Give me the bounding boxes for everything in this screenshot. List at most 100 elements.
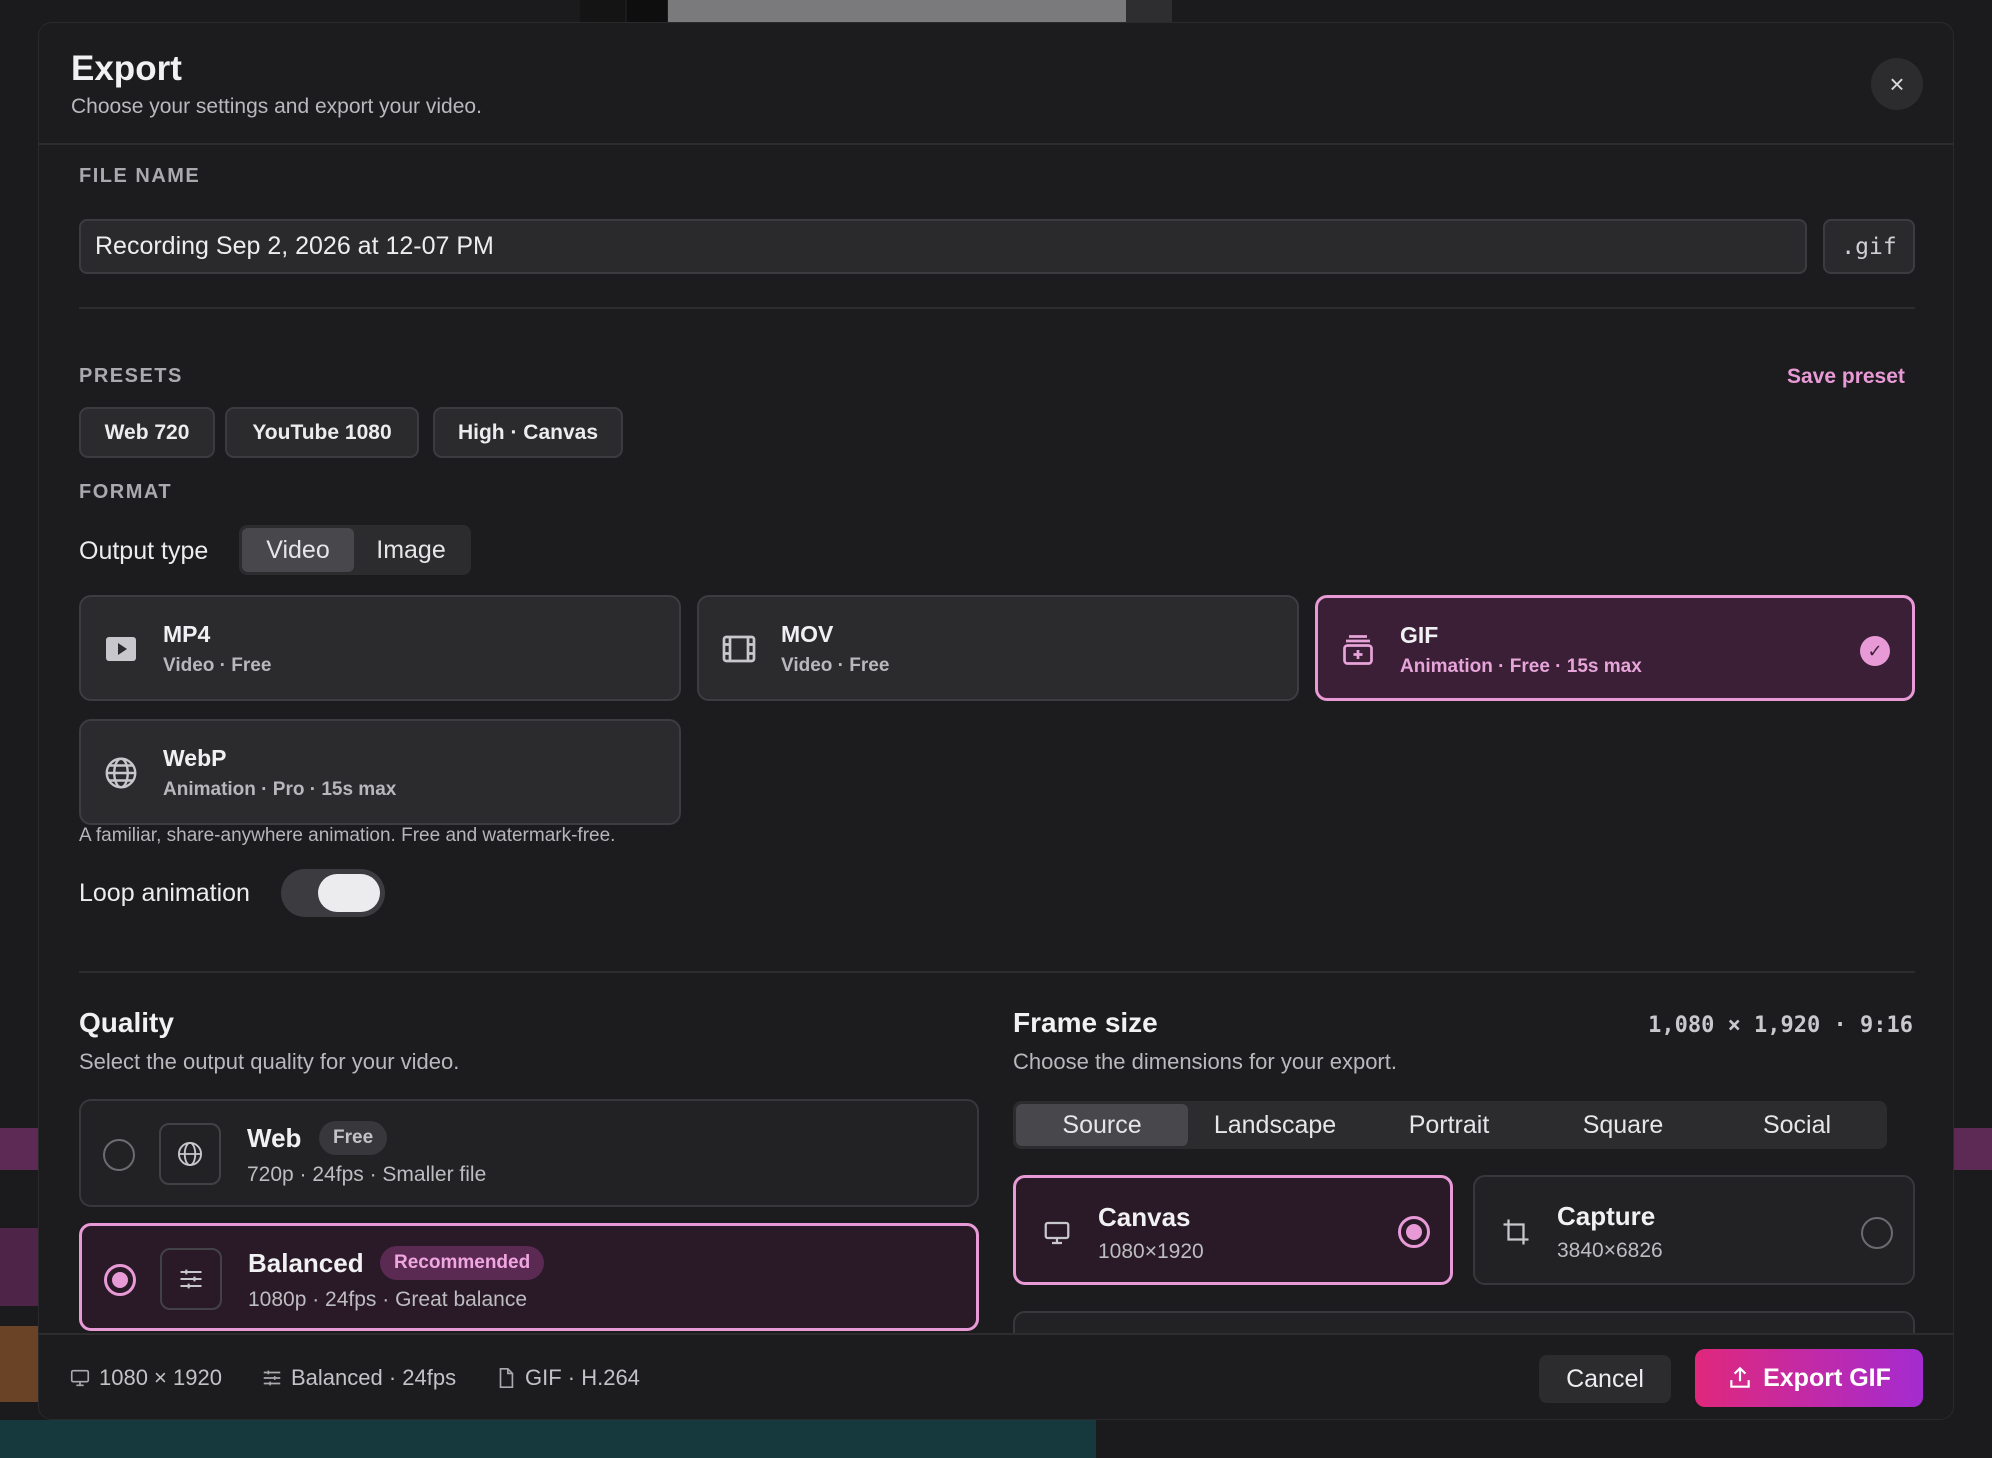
output-type-image[interactable]: Image [354, 528, 468, 572]
close-button[interactable]: × [1871, 58, 1923, 110]
gif-stack-icon [1343, 635, 1373, 665]
format-detail: Animation · Free · 15s max [1400, 656, 1642, 677]
film-icon [722, 635, 756, 663]
quality-detail: 720p · 24fps · Smaller file [247, 1163, 487, 1186]
loop-animation-toggle[interactable] [281, 869, 385, 917]
quality-name: Web [247, 1123, 302, 1153]
loop-animation-label: Loop animation [79, 879, 250, 907]
format-detail: Video · Free [163, 655, 272, 676]
frame-option-capture[interactable]: Capture 3840×6826 [1473, 1175, 1915, 1285]
file-name-value: Recording Sep 2, 2026 at 12-07 PM [95, 232, 494, 260]
tab-social[interactable]: Social [1710, 1104, 1884, 1146]
quality-detail: 1080p · 24fps · Great balance [248, 1288, 528, 1311]
background-toolbar-segment [580, 0, 625, 22]
presets-label: PRESETS [79, 365, 183, 387]
quality-title: Quality [79, 1007, 174, 1038]
check-icon: ✓ [1860, 636, 1890, 666]
background-track-clip [0, 1228, 40, 1306]
frame-option-size: 3840×6826 [1557, 1239, 1663, 1262]
monitor-icon [70, 1369, 90, 1387]
summary-size: 1080 × 1920 [69, 1365, 222, 1391]
background-track-clip [0, 1326, 40, 1402]
dialog-body[interactable]: FILE NAME Recording Sep 2, 2026 at 12-07… [39, 147, 1953, 1333]
format-name: MP4 [163, 621, 211, 647]
crop-icon [1503, 1219, 1529, 1245]
cancel-button[interactable]: Cancel [1539, 1355, 1671, 1403]
play-icon [106, 637, 136, 661]
background-track-clip [1950, 1128, 1992, 1170]
recommended-badge: Recommended [380, 1246, 545, 1280]
preset-web-720[interactable]: Web 720 [79, 407, 215, 458]
background-scrubber [668, 0, 1126, 22]
file-extension: .gif [1823, 219, 1915, 274]
format-name: MOV [781, 621, 834, 647]
format-name: WebP [163, 745, 227, 771]
free-badge: Free [319, 1121, 388, 1155]
radio-button[interactable] [1861, 1217, 1893, 1249]
format-card-mp4[interactable]: MP4 Video · Free [79, 595, 681, 701]
background-toolbar-segment [1126, 0, 1172, 22]
divider [79, 307, 1915, 309]
frame-option-size: 1080×1920 [1098, 1240, 1204, 1263]
globe-icon [159, 1123, 221, 1185]
background-toolbar-segment [627, 0, 667, 22]
file-name-input[interactable]: Recording Sep 2, 2026 at 12-07 PM [79, 219, 1807, 274]
frame-size-subtitle: Choose the dimensions for your export. [1013, 1049, 1397, 1074]
preset-youtube-1080[interactable]: YouTube 1080 [225, 407, 419, 458]
frame-size-tabs: Source Landscape Portrait Square Social [1013, 1101, 1887, 1149]
dialog-footer: 1080 × 1920 Balanced · 24fps GIF · H.264… [39, 1333, 1953, 1419]
background-track-clip [0, 1128, 40, 1170]
output-type-toggle: Video Image [239, 525, 471, 575]
summary-quality-text: Balanced · 24fps [291, 1365, 457, 1390]
tab-square[interactable]: Square [1536, 1104, 1710, 1146]
frame-size-title: Frame size [1013, 1007, 1158, 1038]
summary-format: GIF · H.264 [495, 1365, 640, 1391]
dialog-subtitle: Choose your settings and export your vid… [71, 95, 482, 118]
quality-name: Balanced [248, 1248, 364, 1278]
export-label: Export GIF [1763, 1363, 1891, 1392]
summary-size-text: 1080 × 1920 [99, 1365, 222, 1390]
frame-option-row-partial [1013, 1311, 1915, 1333]
export-button[interactable]: Export GIF [1695, 1349, 1923, 1407]
close-icon: × [1889, 68, 1905, 99]
format-detail: Video · Free [781, 655, 890, 676]
format-card-mov[interactable]: MOV Video · Free [697, 595, 1299, 701]
file-name-label: FILE NAME [79, 165, 201, 187]
format-name: GIF [1400, 622, 1439, 648]
divider [79, 971, 1915, 973]
frame-option-name: Capture [1557, 1201, 1656, 1231]
quality-option-balanced[interactable]: Balanced Recommended 1080p · 24fps · Gre… [79, 1223, 979, 1331]
summary-quality: Balanced · 24fps [261, 1365, 456, 1391]
toggle-knob [318, 874, 380, 912]
save-preset-link[interactable]: Save preset [1787, 365, 1905, 389]
format-card-gif[interactable]: GIF Animation · Free · 15s max ✓ [1315, 595, 1915, 701]
quality-subtitle: Select the output quality for your video… [79, 1049, 460, 1074]
tab-source[interactable]: Source [1016, 1104, 1188, 1146]
tab-portrait[interactable]: Portrait [1362, 1104, 1536, 1146]
format-hint: A familiar, share-anywhere animation. Fr… [79, 825, 616, 846]
background-track-clip [0, 1420, 1096, 1458]
radio-button[interactable] [103, 1139, 135, 1171]
tab-landscape[interactable]: Landscape [1188, 1104, 1362, 1146]
export-dialog: Export Choose your settings and export y… [38, 22, 1954, 1420]
frame-size-dims: 1,080 × 1,920 · 9:16 [1648, 1013, 1913, 1038]
summary-format-text: GIF · H.264 [525, 1365, 640, 1390]
radio-button[interactable] [1398, 1216, 1430, 1248]
dialog-title: Export [71, 49, 182, 88]
radio-button[interactable] [104, 1264, 136, 1296]
format-card-webp[interactable]: WebP Animation · Pro · 15s max [79, 719, 681, 825]
sliders-icon [160, 1248, 222, 1310]
format-label: FORMAT [79, 481, 173, 503]
file-icon [499, 1368, 514, 1388]
output-type-video[interactable]: Video [242, 528, 354, 572]
preset-high-canvas[interactable]: High · Canvas [433, 407, 623, 458]
frame-option-canvas[interactable]: Canvas 1080×1920 [1013, 1175, 1453, 1285]
quality-option-web[interactable]: Web Free 720p · 24fps · Smaller file [79, 1099, 979, 1207]
globe-icon [105, 757, 137, 789]
sliders-icon [263, 1370, 281, 1386]
monitor-icon [1044, 1221, 1070, 1245]
output-type-label: Output type [79, 537, 209, 565]
dialog-header: Export Choose your settings and export y… [39, 23, 1953, 145]
format-detail: Animation · Pro · 15s max [163, 779, 397, 800]
frame-option-name: Canvas [1098, 1202, 1191, 1232]
